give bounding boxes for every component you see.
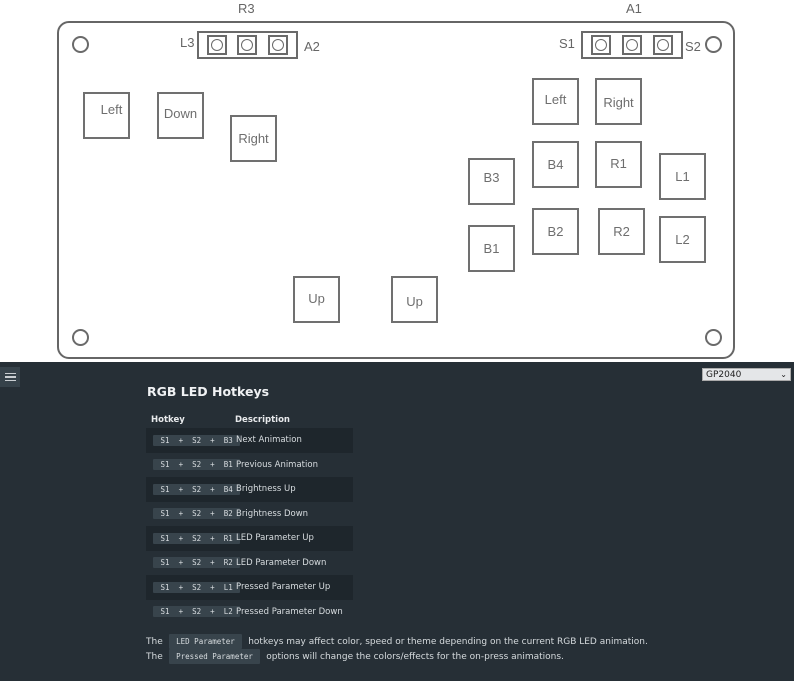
hamburger-icon-line bbox=[4, 379, 16, 382]
button-l2[interactable]: L2 bbox=[659, 216, 706, 263]
aux-button-s1[interactable] bbox=[591, 35, 612, 55]
aux-ring-icon bbox=[241, 39, 254, 51]
hamburger-icon-line bbox=[4, 376, 16, 378]
hotkey-cell: S1 + S2 + B2 bbox=[146, 508, 241, 520]
hotkey-combo: S1 + S2 + R1 bbox=[153, 532, 241, 544]
aux-button-s2[interactable] bbox=[652, 35, 673, 55]
button-r2[interactable]: R2 bbox=[598, 208, 645, 255]
table-row: S1 + S2 + B1 Previous Animation bbox=[146, 453, 353, 478]
button-l1[interactable]: L1 bbox=[659, 153, 706, 200]
button-b3[interactable]: B3 bbox=[468, 158, 515, 205]
mount-hole-icon bbox=[72, 329, 89, 346]
note-code: LED Parameter bbox=[168, 634, 243, 649]
description-cell: LED Parameter Up bbox=[236, 533, 314, 544]
hotkey-cell: S1 + S2 + R1 bbox=[146, 532, 241, 544]
hotkey-cell: S1 + S2 + B1 bbox=[146, 459, 241, 471]
button-r1[interactable]: R1 bbox=[595, 141, 642, 188]
button-left[interactable]: Left bbox=[83, 92, 130, 139]
aux-buttons-left bbox=[197, 31, 298, 59]
aux-button-l3[interactable] bbox=[207, 35, 228, 55]
hotkey-combo: S1 + S2 + B3 bbox=[153, 434, 241, 446]
table-body: S1 + S2 + B3 Next Animation S1 + S2 + B1… bbox=[146, 428, 353, 624]
chevron-down-icon: ⌄ bbox=[780, 370, 787, 379]
aux-button-a2[interactable] bbox=[267, 35, 288, 55]
hotkey-cell: S1 + S2 + L2 bbox=[146, 606, 241, 618]
note-text: The bbox=[146, 637, 166, 647]
button-down[interactable]: Down bbox=[157, 92, 204, 139]
note-code: Pressed Parameter bbox=[168, 649, 261, 664]
button-up-alt[interactable]: Up bbox=[391, 276, 438, 323]
table-row: S1 + S2 + R2 LED Parameter Down bbox=[146, 551, 353, 576]
button-right[interactable]: Right bbox=[230, 115, 277, 162]
hotkeys-panel: GP2040 ⌄ RGB LED Hotkeys Hotkey Descript… bbox=[0, 362, 794, 681]
mount-hole-icon bbox=[705, 329, 722, 346]
table-row: S1 + S2 + R1 LED Parameter Up bbox=[146, 526, 353, 551]
menu-toggle-button[interactable] bbox=[0, 367, 20, 387]
hotkey-combo: S1 + S2 + R2 bbox=[153, 557, 241, 569]
label-s2: S2 bbox=[685, 39, 701, 54]
table-row: S1 + S2 + L2 Pressed Parameter Down bbox=[146, 600, 353, 625]
aux-button-a1[interactable] bbox=[621, 35, 642, 55]
aux-ring-icon bbox=[625, 39, 638, 51]
label-a1: A1 bbox=[626, 1, 642, 16]
table-header: Hotkey Description bbox=[146, 412, 353, 428]
button-b4[interactable]: B4 bbox=[532, 141, 579, 188]
aux-button-r3[interactable] bbox=[237, 35, 258, 55]
controller-layout-diagram: R3 A1 L3 A2 S1 S2 Left Down Right Up Up … bbox=[0, 0, 794, 362]
note-text: options will change the colors/effects f… bbox=[263, 652, 564, 662]
label-a2: A2 bbox=[304, 39, 320, 54]
description-cell: Pressed Parameter Down bbox=[236, 606, 343, 617]
column-header-hotkey: Hotkey bbox=[151, 415, 185, 425]
hotkey-combo: S1 + S2 + L2 bbox=[153, 606, 241, 618]
aux-ring-icon bbox=[211, 39, 224, 51]
note-text: The bbox=[146, 652, 166, 662]
hotkey-combo: S1 + S2 + B1 bbox=[153, 459, 241, 471]
hotkey-combo: S1 + S2 + B4 bbox=[153, 483, 241, 495]
note-line: The Pressed Parameter options will chang… bbox=[146, 649, 648, 664]
label-r3: R3 bbox=[238, 1, 255, 16]
table-row: S1 + S2 + L1 Pressed Parameter Up bbox=[146, 575, 353, 600]
aux-buttons-right bbox=[581, 31, 683, 59]
table-row: S1 + S2 + B4 Brightness Up bbox=[146, 477, 353, 502]
aux-ring-icon bbox=[271, 39, 284, 51]
hotkey-combo: S1 + S2 + L1 bbox=[153, 581, 241, 593]
button-b2[interactable]: B2 bbox=[532, 208, 579, 255]
aux-ring-icon bbox=[656, 39, 669, 51]
mount-hole-icon bbox=[705, 36, 722, 53]
hamburger-icon bbox=[4, 372, 16, 375]
column-header-description: Description bbox=[235, 415, 290, 425]
note-text: hotkeys may affect color, speed or theme… bbox=[245, 637, 648, 647]
page-title: RGB LED Hotkeys bbox=[147, 384, 270, 399]
hotkey-cell: S1 + S2 + L1 bbox=[146, 581, 241, 593]
board-select-value: GP2040 bbox=[706, 369, 742, 380]
hotkey-cell: S1 + S2 + R2 bbox=[146, 557, 241, 569]
button-up[interactable]: Up bbox=[293, 276, 340, 323]
table-row: S1 + S2 + B3 Next Animation bbox=[146, 428, 353, 453]
mount-hole-icon bbox=[72, 36, 89, 53]
notes: The LED Parameter hotkeys may affect col… bbox=[146, 634, 648, 664]
hotkey-cell: S1 + S2 + B4 bbox=[146, 483, 241, 495]
description-cell: Brightness Down bbox=[236, 508, 309, 519]
description-cell: LED Parameter Down bbox=[236, 557, 327, 568]
hotkeys-table: Hotkey Description S1 + S2 + B3 Next Ani… bbox=[146, 412, 353, 624]
note-line: The LED Parameter hotkeys may affect col… bbox=[146, 634, 648, 649]
label-l3: L3 bbox=[180, 35, 195, 50]
button-b1[interactable]: B1 bbox=[468, 225, 515, 272]
description-cell: Brightness Up bbox=[236, 484, 296, 495]
button-right-alt[interactable]: Right bbox=[595, 78, 642, 125]
label-s1: S1 bbox=[559, 36, 575, 51]
aux-ring-icon bbox=[595, 39, 608, 51]
description-cell: Previous Animation bbox=[236, 459, 318, 470]
button-left-alt[interactable]: Left bbox=[532, 78, 579, 125]
table-row: S1 + S2 + B2 Brightness Down bbox=[146, 502, 353, 527]
hotkey-cell: S1 + S2 + B3 bbox=[146, 434, 241, 446]
board-select[interactable]: GP2040 ⌄ bbox=[702, 368, 791, 381]
hotkey-combo: S1 + S2 + B2 bbox=[153, 508, 241, 520]
description-cell: Next Animation bbox=[236, 435, 302, 446]
description-cell: Pressed Parameter Up bbox=[236, 582, 331, 593]
